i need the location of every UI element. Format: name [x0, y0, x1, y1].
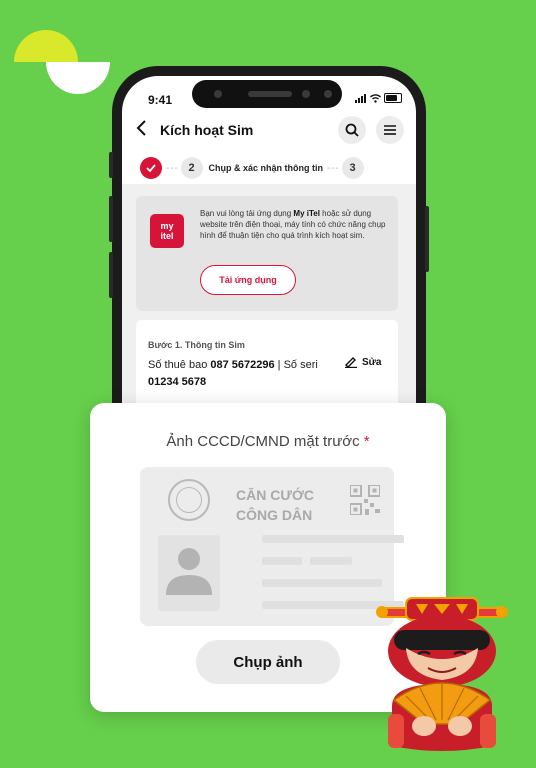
- page-title: Kích hoạt Sim: [160, 122, 254, 138]
- step-connector: - - -: [327, 162, 339, 174]
- id-card-heading: CĂN CƯỚC CÔNG DÂN: [236, 485, 314, 525]
- speaker-bar: [248, 91, 292, 97]
- phone-side-button: [425, 206, 429, 272]
- wifi-icon: [370, 93, 381, 103]
- phone-prefix: Số thuê bao: [148, 359, 211, 371]
- serial-number: 01234 5678: [148, 376, 207, 388]
- step-2-circle: 2: [180, 157, 203, 179]
- download-app-button[interactable]: Tải ứng dụng: [200, 265, 296, 295]
- capture-photo-button[interactable]: Chụp ảnh: [196, 640, 340, 684]
- app-header: Kích hoạt Sim: [122, 114, 416, 148]
- decorative-yellow-shape: [14, 30, 78, 62]
- camera-dot: [324, 90, 332, 98]
- edit-label: Sửa: [362, 356, 382, 368]
- sim-step-label: Bước 1. Thông tin Sim: [148, 340, 245, 350]
- battery-icon: [384, 93, 402, 103]
- sensor-dot: [214, 90, 222, 98]
- banner-app-name: My iTel: [293, 209, 320, 218]
- banner-message: Bạn vui lòng tải ứng dụng My iTel hoặc s…: [200, 208, 390, 241]
- banner-text-before: Bạn vui lòng tải ứng dụng: [200, 209, 294, 218]
- placeholder-line: [262, 579, 382, 587]
- placeholder-line: [310, 557, 352, 565]
- step-connector: - - -: [166, 162, 178, 174]
- serial-prefix: | Số seri: [274, 359, 318, 371]
- pencil-icon: [345, 357, 357, 368]
- back-arrow-icon[interactable]: [136, 120, 148, 141]
- dynamic-island: [192, 80, 342, 108]
- person-silhouette-icon: [166, 548, 212, 595]
- id-card-placeholder[interactable]: CĂN CƯỚC CÔNG DÂN: [140, 467, 404, 626]
- logo-line-2: itel: [160, 231, 174, 241]
- phone-side-button: [109, 252, 113, 298]
- qr-code-icon: [350, 485, 380, 515]
- signal-icon: [355, 93, 366, 103]
- national-emblem-icon: [168, 479, 210, 521]
- required-mark: *: [363, 433, 370, 450]
- status-time: 9:41: [148, 93, 173, 107]
- id-capture-title-text: Ảnh CCCD/CMND mặt trước: [166, 433, 360, 450]
- step-2-label: Chụp & xác nhận thông tin: [208, 163, 324, 173]
- step-1-done[interactable]: [140, 157, 162, 179]
- phone-side-button: [109, 196, 113, 242]
- status-icons: [355, 93, 402, 103]
- phone-number: 087 5672296: [210, 359, 275, 371]
- sim-info-card: Bước 1. Thông tin Sim Số thuê bao 087 56…: [136, 320, 398, 410]
- phone-side-button: [109, 152, 113, 178]
- app-download-banner: my itel Bạn vui lòng tải ứng dụng My iTe…: [136, 196, 398, 311]
- mascot-illustration: [376, 597, 508, 751]
- placeholder-line: [262, 557, 302, 565]
- search-button[interactable]: [338, 116, 366, 144]
- id-card-heading-line-1: CĂN CƯỚC: [236, 487, 314, 503]
- logo-line-1: my: [160, 221, 174, 231]
- id-capture-title: Ảnh CCCD/CMND mặt trước *: [90, 433, 446, 450]
- checkmark-icon: [146, 164, 156, 172]
- edit-button[interactable]: Sửa: [344, 356, 381, 368]
- placeholder-line: [262, 535, 404, 543]
- id-card-heading-line-2: CÔNG DÂN: [236, 507, 313, 523]
- hamburger-menu-icon: [384, 125, 396, 135]
- progress-stepper: - - - 2 Chụp & xác nhận thông tin - - - …: [140, 156, 400, 180]
- portrait-placeholder: [158, 535, 220, 611]
- sim-info-text: Số thuê bao 087 5672296 | Số seri 01234 …: [148, 357, 328, 391]
- search-icon: [345, 123, 359, 137]
- menu-button[interactable]: [376, 116, 404, 144]
- itel-logo: my itel: [150, 214, 184, 248]
- sensor-dot: [302, 90, 310, 98]
- status-bar: 9:41: [122, 76, 416, 112]
- step-3-circle: 3: [341, 157, 364, 179]
- decorative-white-shape: [46, 62, 110, 94]
